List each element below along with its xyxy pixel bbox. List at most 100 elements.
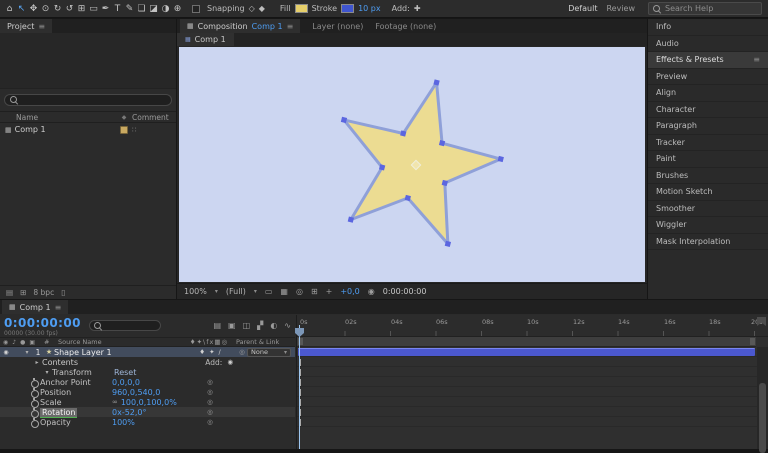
star-shape[interactable] <box>321 63 515 251</box>
stroke-width-value[interactable]: 10 px <box>358 4 381 13</box>
property-row-anchor-point[interactable]: Anchor Point 0,0,0,0 ◎ <box>0 377 295 387</box>
panel-wiggler[interactable]: Wiggler <box>648 217 768 234</box>
panel-brushes[interactable]: Brushes <box>648 168 768 185</box>
selection-tool-icon[interactable]: ↖ <box>16 2 27 16</box>
puppet-pin-tool-icon[interactable]: ⊕ <box>172 2 183 16</box>
quality-switch-icon[interactable]: / <box>219 348 221 356</box>
opacity-track-row[interactable] <box>297 417 768 427</box>
clone-stamp-tool-icon[interactable]: ❏ <box>136 2 147 16</box>
contents-track-row[interactable] <box>297 357 768 367</box>
add-property-button[interactable]: ◉ <box>227 358 233 367</box>
transform-track-row[interactable] <box>297 367 768 377</box>
keyframe-toggle-icon[interactable]: ◎ <box>183 378 237 386</box>
column-name[interactable]: Name <box>0 113 116 122</box>
graph-editor-icon[interactable]: ∿ <box>284 321 291 330</box>
tab-composition[interactable]: ▦ Composition Comp 1 ≡ <box>180 19 300 33</box>
delete-icon[interactable]: ▯ <box>61 288 65 297</box>
panel-paint[interactable]: Paint <box>648 151 768 168</box>
layer-visibility-eye-icon[interactable]: ◉ <box>0 349 10 356</box>
interpret-footage-icon[interactable]: ▤ <box>6 288 13 297</box>
panel-paragraph[interactable]: Paragraph <box>648 118 768 135</box>
property-value[interactable]: 0,0,0,0 <box>112 378 183 387</box>
property-name[interactable]: Scale <box>40 398 112 407</box>
layer-row-shape-layer-1[interactable]: ◉ ▾ 1 ★ Shape Layer 1 ♦ ✦ / ◎ None ▾ <box>0 347 295 357</box>
panel-menu-icon[interactable]: ≡ <box>753 55 760 64</box>
time-ruler[interactable]: 0s 02s 04s 06s 08s 10s 12s 14s 16s 18s 2… <box>297 315 768 337</box>
roto-brush-tool-icon[interactable]: ◑ <box>160 2 171 16</box>
chevron-down-icon[interactable]: ▾ <box>254 288 257 295</box>
stopwatch-icon[interactable] <box>30 407 39 417</box>
layer-twirl-icon[interactable]: ▾ <box>22 349 32 356</box>
property-row-scale[interactable]: Scale ∞ 100,0,100,0% ◎ <box>0 397 295 407</box>
type-tool-icon[interactable]: T <box>112 2 123 16</box>
panel-preview[interactable]: Preview <box>648 69 768 86</box>
preview-timecode[interactable]: 0:00:00:00 <box>383 287 427 296</box>
hide-shy-layers-icon[interactable]: ◫ <box>243 321 251 330</box>
keyframe-toggle-icon[interactable]: ◎ <box>183 388 237 396</box>
stopwatch-icon[interactable] <box>30 377 39 387</box>
mask-visibility-icon[interactable]: ◎ <box>296 287 303 296</box>
search-help-input[interactable]: Search Help <box>648 2 762 15</box>
pan-behind-tool-icon[interactable]: ⊞ <box>76 2 87 16</box>
panel-smoother[interactable]: Smoother <box>648 201 768 218</box>
position-track-row[interactable] <box>297 387 768 397</box>
current-time-indicator-line[interactable] <box>299 325 300 449</box>
panel-character[interactable]: Character <box>648 102 768 119</box>
work-area-bar[interactable] <box>297 337 756 347</box>
fill-color-swatch[interactable] <box>295 4 308 13</box>
region-of-interest-icon[interactable]: ▭ <box>265 287 273 296</box>
composition-canvas[interactable] <box>179 47 645 282</box>
panel-menu-icon[interactable]: ≡ <box>38 22 45 31</box>
keyframe-toggle-icon[interactable]: ◎ <box>183 418 237 426</box>
grid-guides-icon[interactable]: ⊞ <box>311 287 318 296</box>
panel-info[interactable]: Info <box>648 19 768 36</box>
chevron-down-icon[interactable]: ▾ <box>215 288 218 295</box>
tab-project[interactable]: Project ≡ <box>0 19 52 33</box>
contents-row[interactable]: ▸ Contents Add: ◉ <box>0 357 295 367</box>
transform-twirl-icon[interactable]: ▾ <box>42 369 52 376</box>
resolution-value[interactable]: (Full) <box>226 287 246 296</box>
timeline-tab-comp1[interactable]: ▦ Comp 1 ≡ <box>2 300 68 314</box>
property-row-position[interactable]: Position 960,0,540,0 ◎ <box>0 387 295 397</box>
workspace-review-button[interactable]: Review <box>602 4 639 13</box>
scale-track-row[interactable] <box>297 397 768 407</box>
panel-menu-icon[interactable]: ≡ <box>287 22 294 31</box>
property-value[interactable]: 100% <box>112 418 183 427</box>
panel-align[interactable]: Align <box>648 85 768 102</box>
keyframe-toggle-icon[interactable]: ◎ <box>183 408 237 416</box>
mask-rectangle-tool-icon[interactable]: ▭ <box>88 2 99 16</box>
hand-tool-icon[interactable]: ✥ <box>28 2 39 16</box>
stopwatch-icon[interactable] <box>30 387 39 397</box>
parent-dropdown[interactable]: None ▾ <box>247 348 291 357</box>
parent-pickwhip-icon[interactable]: ◎ <box>237 348 247 356</box>
layer-track-row[interactable] <box>297 347 768 357</box>
project-item-name[interactable]: Comp 1 <box>12 125 116 134</box>
new-folder-icon[interactable]: ⊞ <box>20 288 26 297</box>
label-color-chip[interactable] <box>120 126 128 134</box>
column-source-name[interactable]: Source Name <box>58 338 182 346</box>
frame-blend-switch-icon[interactable]: ♦ <box>199 348 205 356</box>
draft-3d-icon[interactable]: ▣ <box>228 321 236 330</box>
property-name[interactable]: Rotation <box>40 408 77 418</box>
rotation-tool-icon[interactable]: ↺ <box>64 2 75 16</box>
comp-mini-flowchart-icon[interactable]: ▤ <box>213 321 221 330</box>
zoom-tool-icon[interactable]: ⊙ <box>40 2 51 16</box>
column-label-icon[interactable]: ◆ <box>116 114 132 121</box>
eraser-tool-icon[interactable]: ◪ <box>148 2 159 16</box>
project-item-comp1[interactable]: ▦ Comp 1 ∷ <box>0 123 176 136</box>
panel-audio[interactable]: Audio <box>648 36 768 53</box>
rotation-track-row[interactable] <box>297 407 768 417</box>
contents-twirl-icon[interactable]: ▸ <box>32 359 42 366</box>
panel-tracker[interactable]: Tracker <box>648 135 768 152</box>
center-view-icon[interactable]: + <box>326 287 333 296</box>
column-comment[interactable]: Comment <box>132 113 176 122</box>
timeline-scrollbar-thumb[interactable] <box>759 383 766 453</box>
collapse-switch-icon[interactable]: ✦ <box>209 348 214 356</box>
exposure-value[interactable]: +0,0 <box>340 287 359 296</box>
keyframe-toggle-icon[interactable]: ◎ <box>183 398 237 406</box>
transform-reset-button[interactable]: Reset <box>114 368 136 377</box>
timeline-scrollbar-track[interactable] <box>757 347 768 449</box>
current-timecode[interactable]: 0:00:00:00 <box>4 317 81 329</box>
pen-tool-icon[interactable]: ✒ <box>100 2 111 16</box>
property-value[interactable]: 960,0,540,0 <box>112 388 183 397</box>
